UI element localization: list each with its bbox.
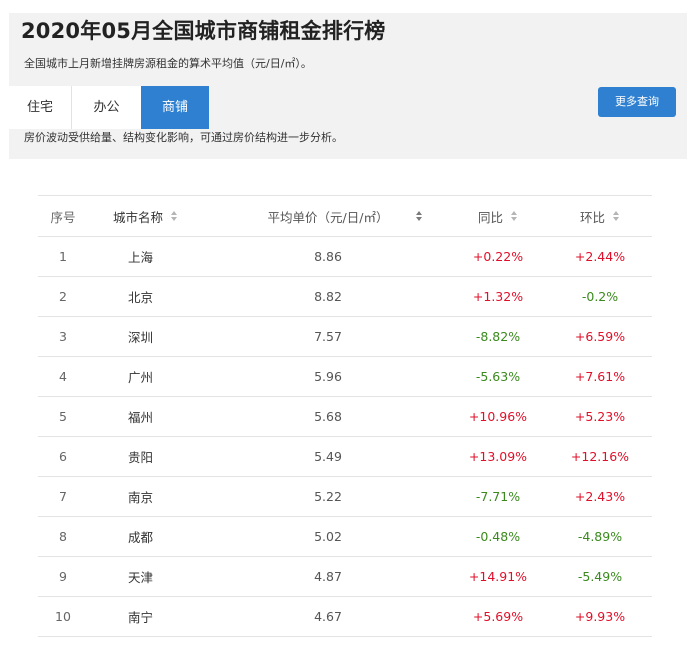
page-title: 2020年05月全国城市商铺租金排行榜 [21,19,386,43]
mom-cell: +7.61% [574,369,626,384]
column-header-yoy[interactable]: 同比 [448,196,548,236]
price-cell: 5.68 [314,409,342,424]
yoy-cell: +0.22% [472,249,524,264]
rank-cell: 10 [55,609,71,624]
price-cell: 5.49 [314,449,342,464]
column-header-rank: 序号 [38,196,88,236]
rank-cell: 4 [59,369,67,384]
price-cell: 8.86 [314,249,342,264]
table-row: 4 广州 5.96 -5.63% +7.61% [38,357,652,397]
tab-residential[interactable]: 住宅 [9,86,71,129]
rank-cell: 2 [59,289,67,304]
mom-cell: +6.59% [574,329,626,344]
sort-icon[interactable] [613,211,620,221]
price-cell: 8.82 [314,289,342,304]
table-header-row: 序号 城市名称 平均单价（元/日/㎡） 同比 环比 [38,196,652,237]
table-row: 2 北京 8.82 +1.32% -0.2% [38,277,652,317]
column-header-mom[interactable]: 环比 [550,196,650,236]
ranking-table: 序号 城市名称 平均单价（元/日/㎡） 同比 环比 1 上海 8.86 +0.22% +… [38,195,652,637]
mom-cell: -4.89% [577,529,623,544]
city-cell: 上海 [128,250,154,265]
sort-icon[interactable] [171,211,178,221]
mom-cell: +5.23% [574,409,626,424]
yoy-cell: -5.63% [475,369,521,384]
rank-cell: 3 [59,329,67,344]
yoy-cell: +10.96% [468,409,528,424]
header-panel: 2020年05月全国城市商铺租金排行榜 全国城市上月新增挂牌房源租金的算术平均值… [9,13,687,159]
city-cell: 北京 [128,290,154,305]
rank-cell: 5 [59,409,67,424]
yoy-cell: -8.82% [475,329,521,344]
yoy-cell: +14.91% [468,569,528,584]
table-row: 7 南京 5.22 -7.71% +2.43% [38,477,652,517]
page-subtitle: 全国城市上月新增挂牌房源租金的算术平均值（元/日/㎡）。 [24,57,312,70]
yoy-cell: -0.48% [475,529,521,544]
table-row: 1 上海 8.86 +0.22% +2.44% [38,237,652,277]
rank-cell: 9 [59,569,67,584]
city-cell: 贵阳 [128,450,154,465]
table-row: 5 福州 5.68 +10.96% +5.23% [38,397,652,437]
mom-cell: +2.44% [574,249,626,264]
mom-cell: +9.93% [574,609,626,624]
tab-office[interactable]: 办公 [71,86,141,129]
rank-cell: 7 [59,489,67,504]
rank-cell: 1 [59,249,67,264]
yoy-cell: +5.69% [472,609,524,624]
price-cell: 4.67 [314,609,342,624]
city-cell: 南宁 [128,610,154,625]
yoy-cell: +1.32% [472,289,524,304]
rank-cell: 8 [59,529,67,544]
sort-icon[interactable] [416,211,423,221]
table-row: 10 南宁 4.67 +5.69% +9.93% [38,597,652,637]
city-cell: 南京 [128,490,154,505]
tab-shops[interactable]: 商铺 [141,86,209,129]
price-cell: 5.96 [314,369,342,384]
city-cell: 天津 [128,570,154,585]
column-header-mom-label: 环比 [579,209,605,225]
yoy-cell: -7.71% [475,489,521,504]
rank-cell: 6 [59,449,67,464]
column-header-city[interactable]: 城市名称 [113,196,193,236]
analysis-note: 房价波动受供给量、结构变化影响，可通过房价结构进一步分析。 [24,131,343,144]
sort-icon[interactable] [511,211,518,221]
mom-cell: -5.49% [577,569,623,584]
price-cell: 5.02 [314,529,342,544]
column-header-price[interactable]: 平均单价（元/日/㎡） [238,196,418,236]
column-header-city-label: 城市名称 [113,209,164,225]
mom-cell: +12.16% [570,449,630,464]
city-cell: 成都 [128,530,154,545]
table-row: 6 贵阳 5.49 +13.09% +12.16% [38,437,652,477]
price-cell: 4.87 [314,569,342,584]
city-cell: 深圳 [128,330,154,345]
yoy-cell: +13.09% [468,449,528,464]
table-row: 9 天津 4.87 +14.91% -5.49% [38,557,652,597]
column-header-price-label: 平均单价（元/日/㎡） [267,209,389,225]
column-header-yoy-label: 同比 [477,209,503,225]
column-header-rank-label: 序号 [50,209,76,225]
mom-cell: +2.43% [574,489,626,504]
table-row: 8 成都 5.02 -0.48% -4.89% [38,517,652,557]
more-query-button[interactable]: 更多查询 [598,87,676,117]
category-tabs: 住宅 办公 商铺 [9,86,209,129]
price-cell: 7.57 [314,329,342,344]
mom-cell: -0.2% [581,289,619,304]
city-cell: 广州 [128,370,154,385]
city-cell: 福州 [128,410,154,425]
price-cell: 5.22 [314,489,342,504]
table-row: 3 深圳 7.57 -8.82% +6.59% [38,317,652,357]
